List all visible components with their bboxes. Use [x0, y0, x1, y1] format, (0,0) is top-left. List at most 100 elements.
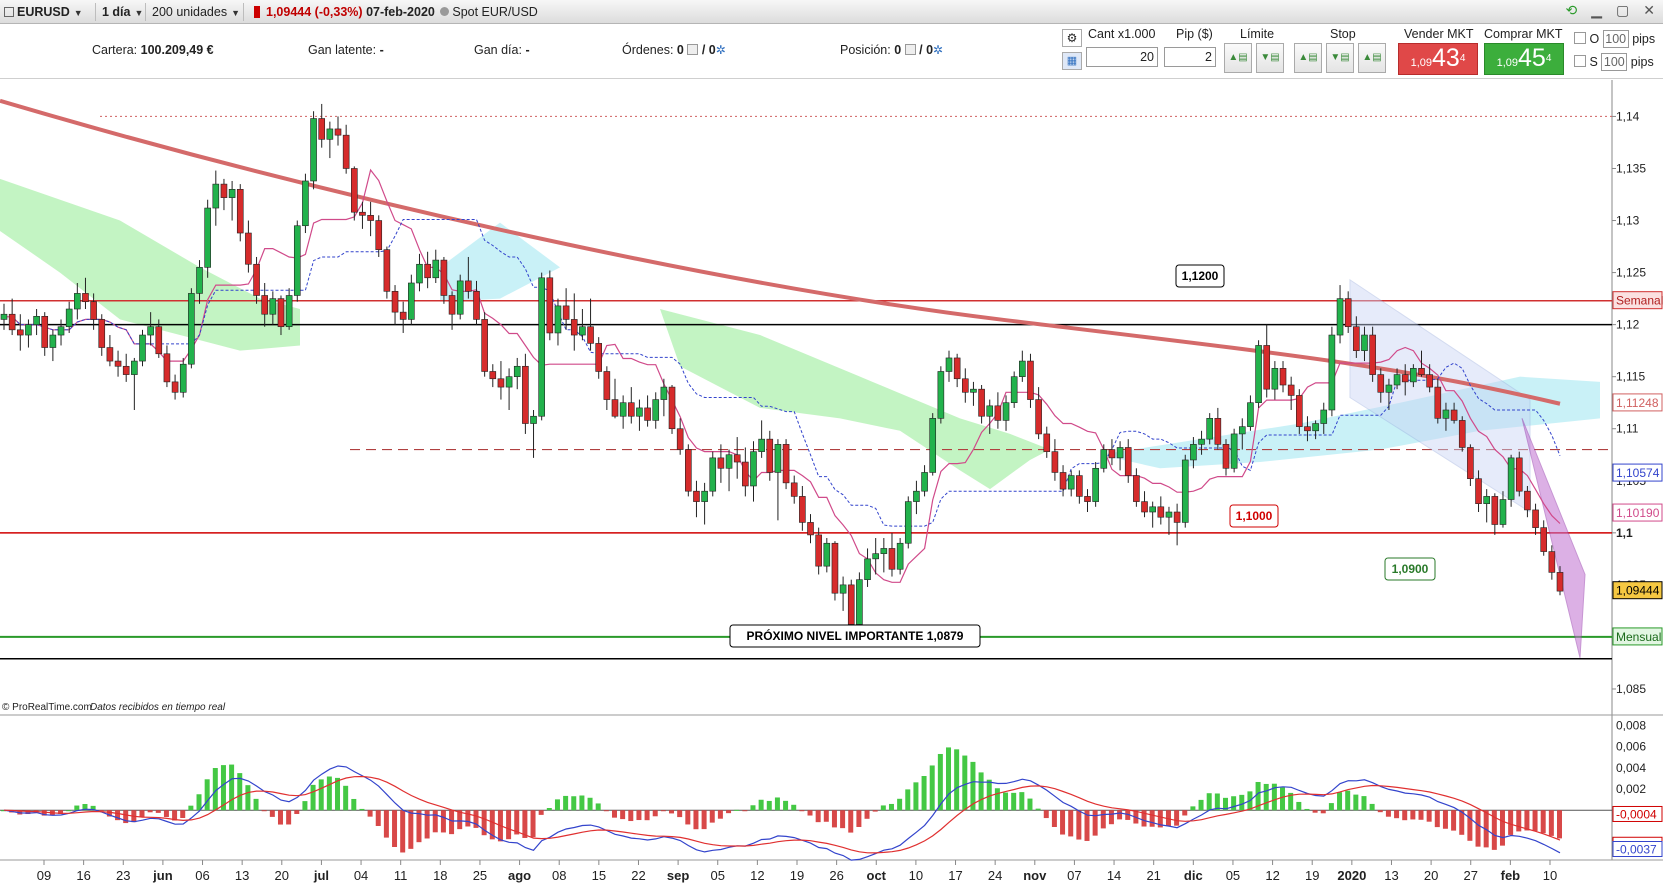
- macd-histogram-bar: [253, 798, 259, 811]
- candle: [1108, 439, 1116, 466]
- candle-body: [611, 399, 619, 417]
- candle: [1027, 353, 1034, 408]
- macd-histogram-bar: [74, 805, 80, 811]
- candle: [978, 385, 985, 424]
- candle: [416, 253, 423, 292]
- candle-body: [351, 168, 358, 213]
- macd-histogram-bar: [506, 810, 512, 840]
- pip-label: Pip ($): [1176, 27, 1213, 41]
- macd-histogram-bar: [1231, 796, 1237, 811]
- symbol-selector[interactable]: EURUSD ▼: [0, 3, 96, 21]
- candle-body: [554, 305, 562, 334]
- s-pips-input[interactable]: 100: [1601, 53, 1628, 71]
- refresh-icon[interactable]: ⟲: [1566, 2, 1578, 18]
- x-tick-label: 19: [1305, 868, 1319, 883]
- candle-body: [652, 399, 660, 421]
- candle: [432, 249, 440, 283]
- candle: [367, 201, 374, 237]
- cartera-label: Cartera:: [92, 43, 138, 57]
- sell-market-button[interactable]: 1,09434: [1398, 43, 1478, 75]
- wrench-icon[interactable]: ⚙: [1062, 29, 1082, 47]
- candle-body: [986, 405, 994, 417]
- gan-latente: Gan latente: -: [308, 43, 384, 57]
- close-positions-icon[interactable]: [904, 44, 916, 55]
- bearish-wedge: [1521, 418, 1586, 658]
- macd-histogram-bar: [1426, 810, 1432, 822]
- candle-body: [1499, 499, 1507, 525]
- candle: [782, 439, 790, 490]
- candle-body: [228, 189, 236, 198]
- macd-histogram-bar: [791, 804, 797, 811]
- units-selector[interactable]: 200 unidades ▼: [148, 3, 244, 21]
- candle-body: [33, 316, 40, 325]
- candle-body: [8, 313, 16, 331]
- candle: [212, 170, 220, 226]
- macd-histogram-bar: [579, 795, 585, 811]
- candle-body: [961, 378, 969, 393]
- maximize-icon[interactable]: ▢: [1616, 2, 1629, 18]
- limit-sell-icon[interactable]: ▼▤: [1256, 43, 1284, 73]
- candle: [285, 288, 293, 330]
- candle: [318, 103, 326, 148]
- gear-icon[interactable]: ✲: [716, 43, 726, 57]
- candle: [16, 314, 24, 351]
- price-chart[interactable]: 1,1200 1,1000 1,0900 PRÓXIMO NIVEL IMPORTAN…: [0, 80, 1663, 891]
- candle: [1532, 503, 1539, 535]
- keypad-icon[interactable]: ▦: [1062, 52, 1082, 70]
- candle: [611, 378, 619, 419]
- cantidad-input[interactable]: 20: [1086, 47, 1158, 67]
- symbol-label: EURUSD: [17, 5, 70, 19]
- candle: [603, 366, 611, 410]
- candle: [188, 288, 195, 369]
- x-tick-label: 27: [1464, 868, 1478, 883]
- macd-histogram-bar: [1337, 792, 1343, 811]
- stop-limit-icon[interactable]: ▲▤: [1358, 43, 1386, 73]
- candle-body: [904, 501, 912, 544]
- macd-histogram-bar: [147, 810, 153, 813]
- symbol-grid-icon: [4, 7, 14, 17]
- candle: [1336, 285, 1344, 344]
- candle-body: [1230, 433, 1238, 469]
- candle-body: [456, 280, 464, 315]
- o-checkbox[interactable]: [1574, 32, 1586, 44]
- close-icon[interactable]: ✕: [1643, 2, 1655, 18]
- pip-input[interactable]: 2: [1164, 47, 1216, 67]
- limit-buy-icon[interactable]: ▲▤: [1224, 43, 1252, 73]
- candle-body: [391, 291, 399, 313]
- comprar-label: Comprar MKT: [1484, 27, 1563, 41]
- s-checkbox[interactable]: [1574, 55, 1586, 67]
- macd-histogram-bar: [163, 810, 169, 817]
- stop-buy-icon[interactable]: ▲▤: [1294, 43, 1322, 73]
- candle-body: [538, 277, 545, 417]
- candle: [513, 357, 521, 390]
- macd-histogram-bar: [823, 810, 829, 822]
- timeframe-selector[interactable]: 1 día ▼: [98, 3, 146, 21]
- macd-histogram-bar: [603, 810, 609, 812]
- candle-body: [416, 263, 423, 284]
- close-orders-icon[interactable]: [687, 44, 699, 55]
- buy-market-button[interactable]: 1,09454: [1484, 43, 1564, 75]
- o-pips-input[interactable]: 100: [1602, 30, 1629, 48]
- gear-icon[interactable]: ✲: [933, 43, 943, 57]
- macd-histogram-bar: [359, 808, 365, 811]
- candle-body: [171, 381, 179, 393]
- candle: [961, 368, 969, 403]
- candle-body: [1296, 395, 1303, 427]
- x-tick-label: 23: [116, 868, 130, 883]
- macd-histogram-bar: [962, 755, 968, 811]
- minimize-icon[interactable]: ▁: [1591, 2, 1602, 18]
- candle: [1010, 371, 1018, 408]
- candle: [660, 378, 668, 417]
- stop-sell-icon[interactable]: ▼▤: [1326, 43, 1354, 73]
- x-tick-label: 06: [195, 868, 209, 883]
- candle-body: [155, 326, 163, 355]
- candle: [1491, 493, 1499, 535]
- macd-histogram-bar: [611, 810, 617, 818]
- candle-body: [619, 402, 627, 417]
- candle-body: [204, 207, 211, 268]
- candle: [41, 312, 49, 356]
- candle-body: [1418, 368, 1425, 375]
- candle-body: [1214, 418, 1222, 445]
- macd-histogram-bar: [880, 805, 886, 811]
- price-change: 1,09444 (-0,33%): [266, 5, 363, 19]
